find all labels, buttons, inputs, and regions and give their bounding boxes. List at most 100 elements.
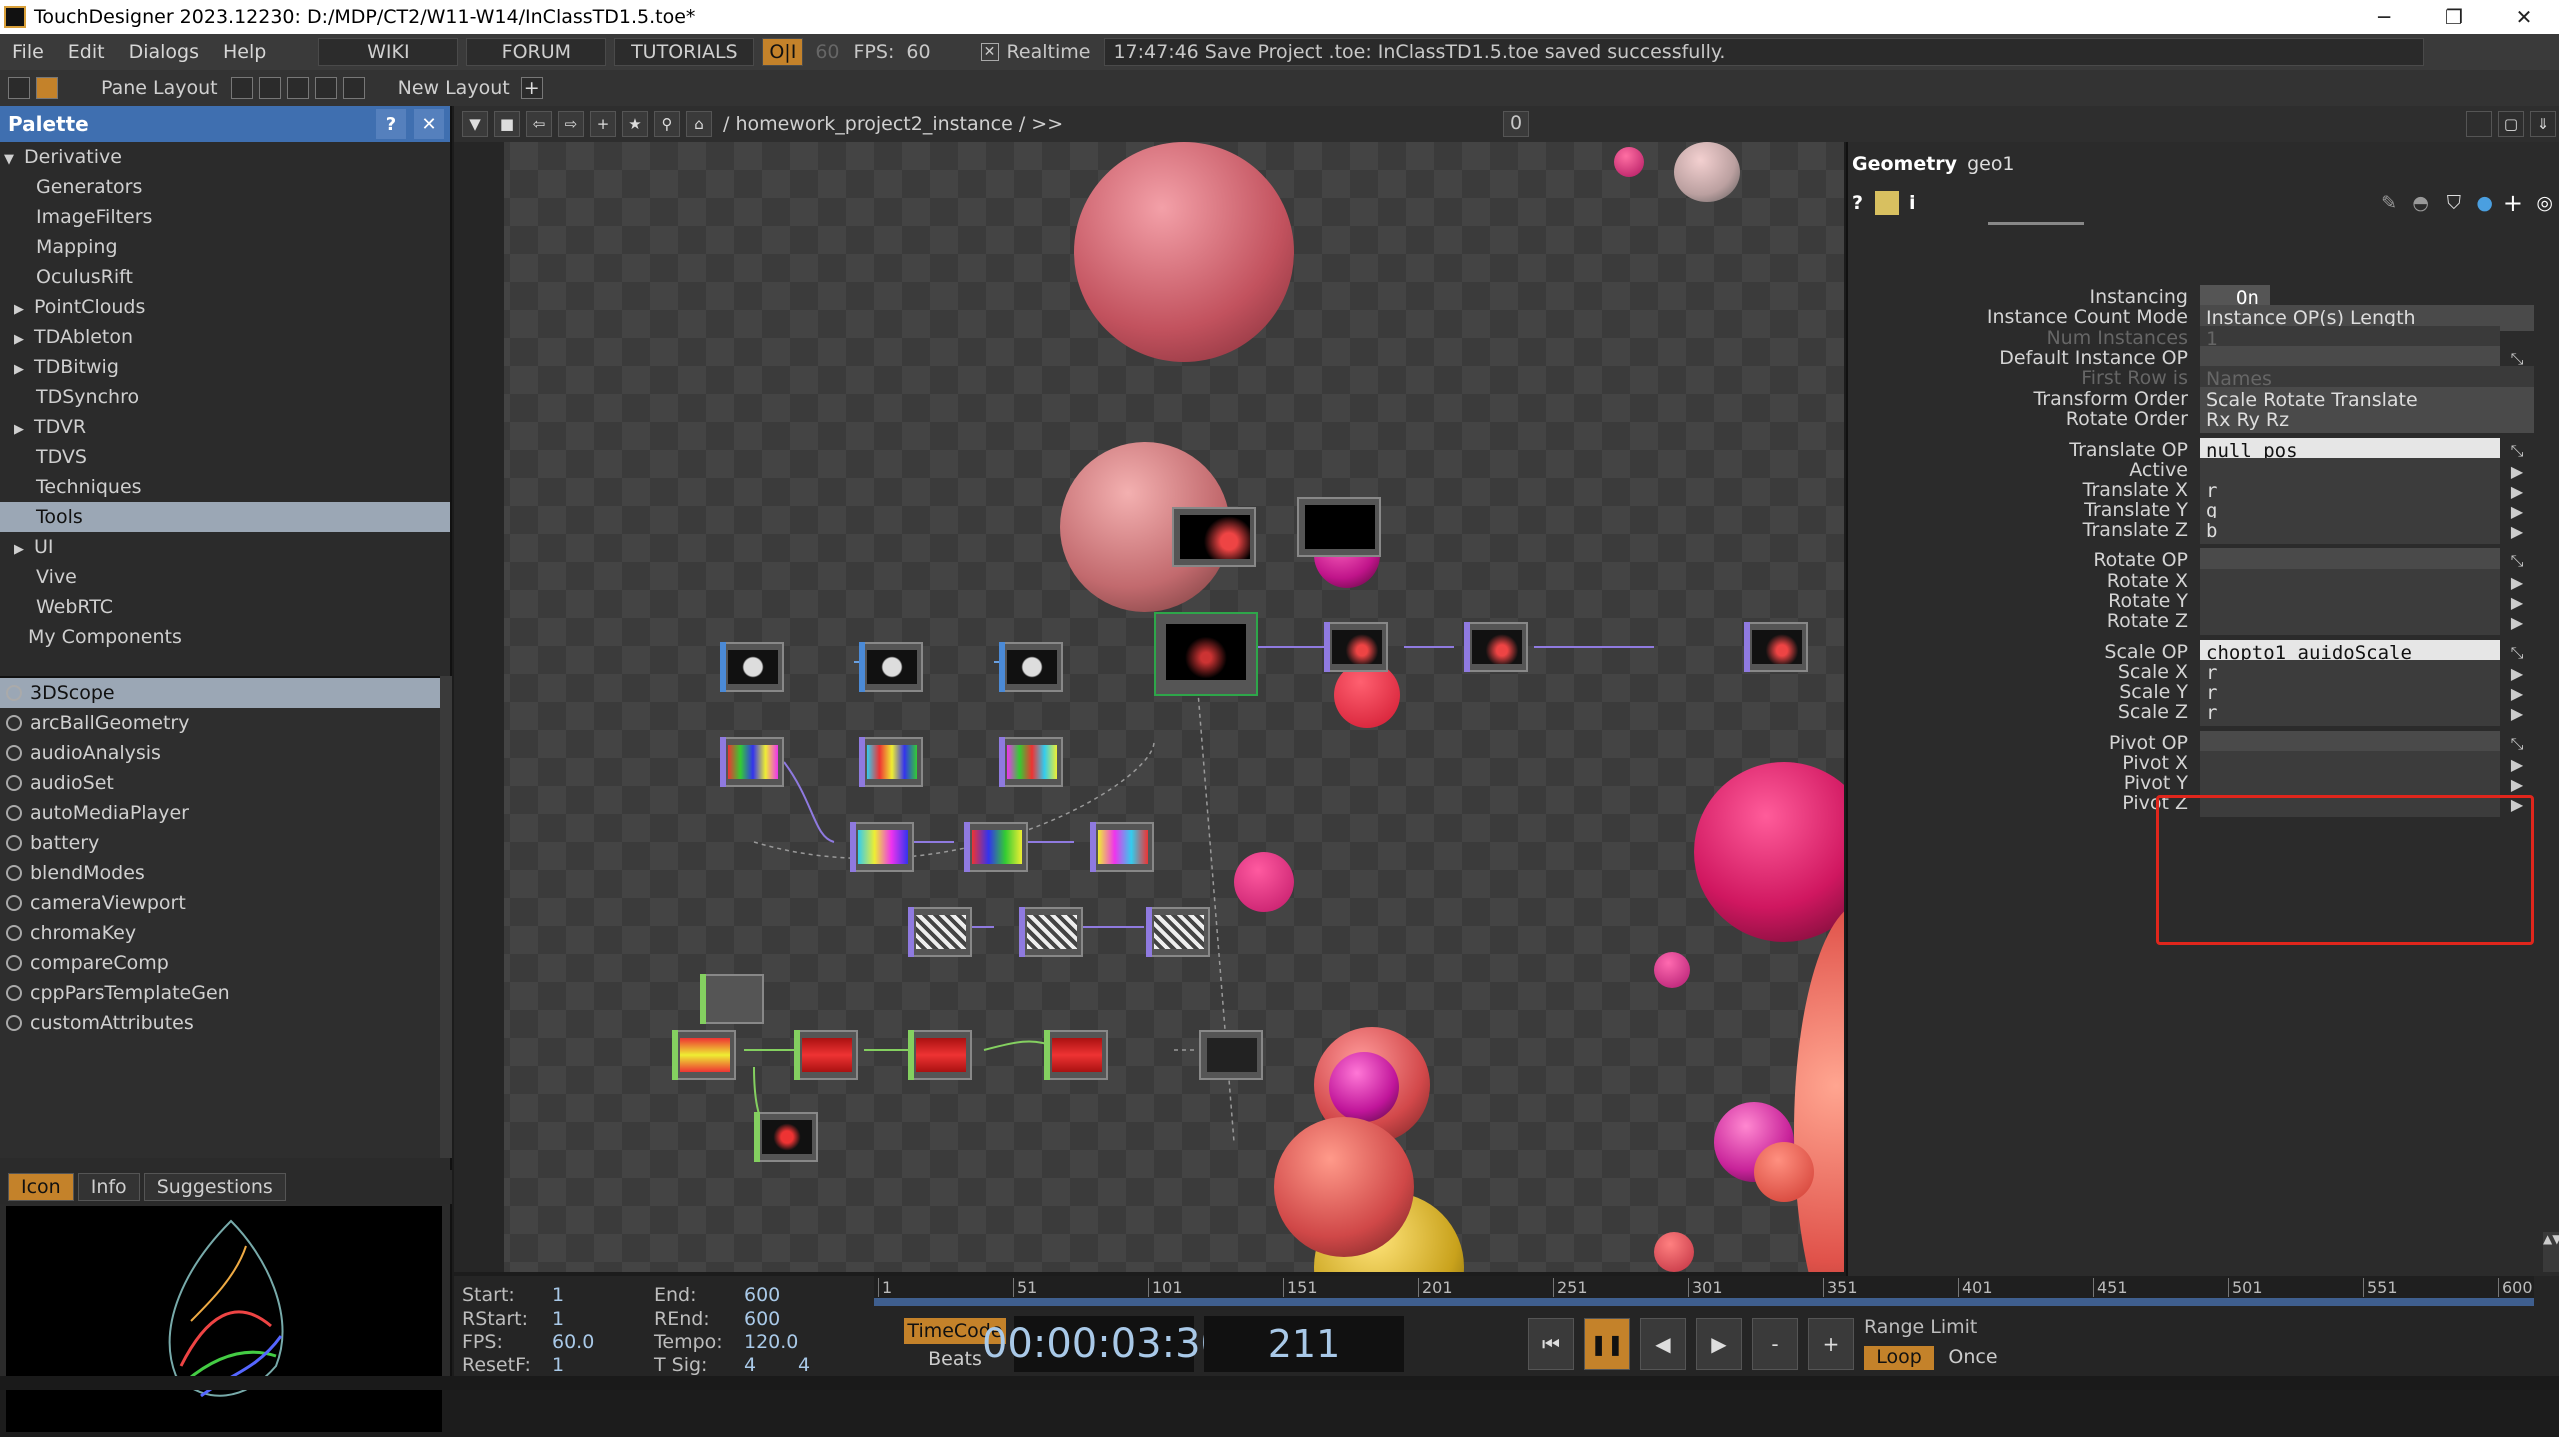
python-icon[interactable]: ●	[2476, 192, 2493, 214]
operator-node[interactable]	[1199, 1030, 1263, 1080]
resetf-value[interactable]: 1	[552, 1354, 564, 1376]
pane-expand-icon[interactable]: ⇓	[2530, 111, 2556, 137]
wiki-button[interactable]: WIKI	[318, 38, 459, 66]
bookmark-icon[interactable]: ★	[622, 111, 648, 137]
operator-node[interactable]	[754, 1112, 818, 1162]
layout-vsplit-icon[interactable]	[258, 77, 281, 99]
operator-node[interactable]	[964, 822, 1028, 872]
play-button[interactable]: ▶	[1696, 1318, 1742, 1370]
target-icon[interactable]: ◎	[2536, 192, 2553, 214]
component-item[interactable]: audioAnalysis	[0, 738, 440, 768]
operator-node[interactable]	[720, 737, 784, 787]
palette-tree-item[interactable]: OculusRift	[0, 262, 450, 292]
chevron-down-icon[interactable]: ▼	[4, 145, 24, 175]
component-item[interactable]: arcBallGeometry	[0, 708, 440, 738]
maximize-button[interactable]: ❐	[2419, 0, 2489, 34]
component-item[interactable]: compareComp	[0, 948, 440, 978]
palette-help-button[interactable]: ?	[376, 109, 406, 139]
param-field[interactable]	[2200, 609, 2500, 635]
edit-icon[interactable]: ✎	[2381, 192, 2397, 214]
timeline-range-bar[interactable]	[874, 1298, 2534, 1306]
operator-node[interactable]	[1172, 507, 1256, 567]
perform-mode-button[interactable]: O|I	[762, 38, 804, 66]
operator-node[interactable]	[700, 974, 764, 1024]
operator-node[interactable]	[1019, 907, 1083, 957]
network-menu-icon[interactable]: ▼	[462, 111, 488, 137]
home-network-icon[interactable]: ⌂	[686, 111, 712, 137]
chevron-right-icon[interactable]: ▶	[14, 325, 34, 355]
operator-node[interactable]	[1464, 622, 1528, 672]
palette-tree-item[interactable]: Techniques	[0, 472, 450, 502]
expand-arrow-icon[interactable]: ▶	[2504, 700, 2530, 726]
expand-arrow-icon[interactable]: ▶	[2504, 518, 2530, 544]
palette-tree-item[interactable]: ▼ Derivative	[0, 142, 450, 172]
operator-node[interactable]	[999, 642, 1063, 692]
rstart-value[interactable]: 1	[552, 1308, 564, 1330]
component-item[interactable]: battery	[0, 828, 440, 858]
forum-button[interactable]: FORUM	[466, 38, 607, 66]
end-value[interactable]: 600	[744, 1284, 780, 1306]
rend-value[interactable]: 600	[744, 1308, 780, 1330]
tempo-value[interactable]: 120.0	[744, 1331, 798, 1353]
search-icon[interactable]: ⚲	[654, 111, 680, 137]
component-item[interactable]: blendModes	[0, 858, 440, 888]
minimize-button[interactable]: ─	[2349, 0, 2419, 34]
tab-icon[interactable]: Icon	[8, 1173, 74, 1201]
tsig-a[interactable]: 4	[744, 1354, 756, 1376]
help-icon[interactable]: ?	[1852, 192, 1863, 214]
rewind-button[interactable]: ⏮	[1528, 1318, 1574, 1370]
home-icon[interactable]	[36, 77, 58, 99]
palette-tree-item[interactable]: ▶ PointClouds	[0, 292, 450, 322]
network-path[interactable]: / homework_project2_instance / >>	[723, 113, 1063, 135]
param-scrollbar[interactable]: ▲▼	[2543, 1232, 2559, 1272]
pane-split-icon[interactable]	[2466, 111, 2492, 137]
pane-icon[interactable]	[8, 77, 30, 99]
add-operator-icon[interactable]: +	[590, 111, 616, 137]
palette-tree-item[interactable]: Mapping	[0, 232, 450, 262]
loop-button[interactable]: Loop	[1864, 1346, 1934, 1370]
operator-node[interactable]	[720, 642, 784, 692]
menu-file[interactable]: File	[0, 41, 56, 63]
info-icon[interactable]: i	[1909, 192, 1916, 214]
tab-info[interactable]: Info	[77, 1173, 140, 1201]
operator-node[interactable]	[859, 737, 923, 787]
operator-node[interactable]	[1297, 497, 1381, 557]
tab-suggestions[interactable]: Suggestions	[143, 1173, 286, 1201]
palette-tree-item[interactable]: Tools	[0, 502, 450, 532]
realtime-checkbox[interactable]: ✕	[980, 43, 999, 61]
layout-quad-icon[interactable]	[342, 77, 365, 99]
frame-display[interactable]: 211	[1204, 1316, 1404, 1372]
python-help-icon[interactable]	[1875, 191, 1900, 215]
palette-tree-item[interactable]: Vive	[0, 562, 450, 592]
tsig-b[interactable]: 4	[798, 1354, 810, 1376]
component-item[interactable]: cameraViewport	[0, 888, 440, 918]
pause-button[interactable]: ❚❚	[1584, 1318, 1630, 1370]
menu-dialogs[interactable]: Dialogs	[117, 41, 211, 63]
operator-node[interactable]	[1744, 622, 1808, 672]
step-back-button[interactable]: ◀	[1640, 1318, 1686, 1370]
layout-triple-icon[interactable]	[314, 77, 337, 99]
component-item[interactable]: cppParsTemplateGen	[0, 978, 440, 1008]
component-item[interactable]: customAttributes	[0, 1008, 440, 1038]
menu-help[interactable]: Help	[211, 41, 278, 63]
component-item[interactable]: 3DScope	[0, 678, 440, 708]
back-icon[interactable]: ⇦	[526, 111, 552, 137]
add-layout-button[interactable]: +	[520, 77, 543, 99]
palette-tree-item[interactable]: ▶ UI	[0, 532, 450, 562]
menu-edit[interactable]: Edit	[56, 41, 117, 63]
param-field[interactable]: r	[2200, 700, 2500, 726]
palette-tree-item[interactable]: TDSynchro	[0, 382, 450, 412]
palette-tree-item[interactable]: Generators	[0, 172, 450, 202]
add-param-icon[interactable]: +	[2503, 189, 2523, 217]
geo1-node[interactable]	[1154, 612, 1258, 696]
palette-tree-item[interactable]: WebRTC	[0, 592, 450, 622]
faster-button[interactable]: +	[1808, 1318, 1854, 1370]
stop-icon[interactable]: ■	[494, 111, 520, 137]
palette-tree-item[interactable]: ImageFilters	[0, 202, 450, 232]
expand-arrow-icon[interactable]: ▶	[2504, 609, 2530, 635]
chevron-right-icon[interactable]: ▶	[14, 295, 34, 325]
palette-tree-item[interactable]: ▶ TDVR	[0, 412, 450, 442]
param-page-tab[interactable]	[1988, 222, 2084, 225]
start-value[interactable]: 1	[552, 1284, 564, 1306]
palette-tree-item[interactable]: TDVS	[0, 442, 450, 472]
